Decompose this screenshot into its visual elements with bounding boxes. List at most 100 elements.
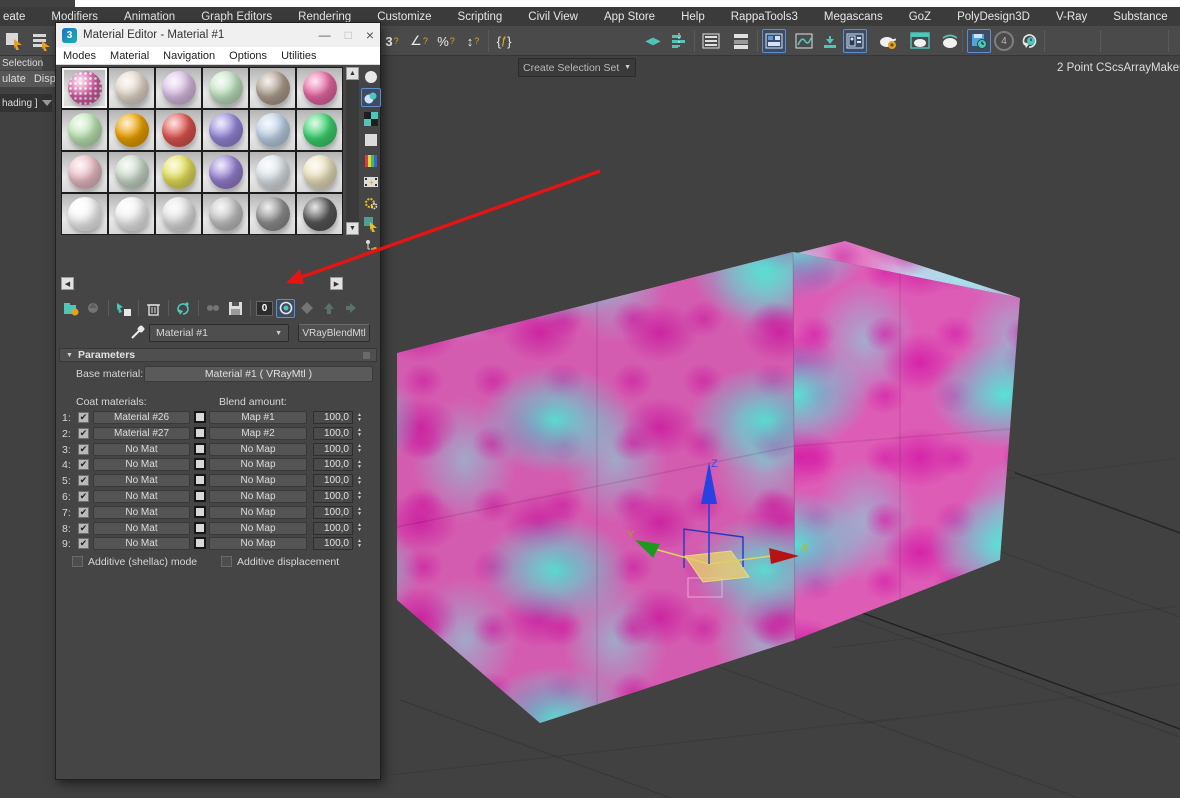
coat-enable-checkbox[interactable]: ✔ (78, 523, 89, 534)
material-editor-menu-item[interactable]: Navigation (156, 50, 222, 62)
curve-editor-icon[interactable] (792, 29, 816, 53)
blend-amount-field[interactable]: 100,0 (313, 522, 353, 535)
show-shaded-material-in-viewport-icon[interactable] (276, 299, 295, 318)
pick-material-eyedropper-icon[interactable] (129, 325, 145, 341)
material-sample[interactable] (109, 152, 154, 192)
material-sample[interactable] (156, 110, 201, 150)
coat-enable-checkbox[interactable]: ✔ (78, 428, 89, 439)
blend-amount-spinner[interactable]: ▲▼ (355, 458, 364, 471)
material-sample[interactable] (297, 152, 342, 192)
select-by-material-icon[interactable] (361, 214, 381, 233)
material-sample[interactable] (62, 68, 107, 108)
blend-map-button[interactable]: No Map (209, 522, 307, 535)
coat-color-swatch[interactable] (194, 522, 206, 534)
left-panel-tabs[interactable]: ulate Disp (0, 71, 58, 87)
show-end-result-icon[interactable] (298, 299, 317, 318)
coat-enable-checkbox[interactable]: ✔ (78, 538, 89, 549)
scroll-down-icon[interactable]: ▼ (346, 222, 359, 235)
backlight-icon[interactable] (361, 88, 381, 107)
material-sample[interactable] (250, 152, 295, 192)
left-panel-selection-tab[interactable]: Selection (0, 56, 42, 70)
tab-display[interactable]: Disp (34, 73, 56, 85)
sample-type-icon[interactable] (361, 67, 381, 86)
blend-amount-field[interactable]: 100,0 (313, 443, 353, 456)
blend-map-button[interactable]: No Map (209, 474, 307, 487)
coat-color-swatch[interactable] (194, 474, 206, 486)
blend-map-button[interactable]: No Map (209, 443, 307, 456)
material-sample[interactable] (203, 152, 248, 192)
additive-shellac-checkbox[interactable] (72, 556, 83, 567)
coat-color-swatch[interactable] (194, 537, 206, 549)
menu-item[interactable]: Rendering (285, 11, 364, 23)
select-by-name-icon[interactable] (29, 29, 53, 53)
reset-material-icon[interactable] (144, 299, 163, 318)
blend-amount-spinner[interactable]: ▲▼ (355, 522, 364, 535)
video-color-check-icon[interactable] (361, 151, 381, 170)
menu-item[interactable]: Civil View (515, 11, 591, 23)
coat-enable-checkbox[interactable]: ✔ (78, 444, 89, 455)
frame-counter-icon[interactable]: 4 (992, 29, 1016, 53)
named-selection-set-dropdown[interactable]: Create Selection Set ▼ (518, 58, 636, 77)
menu-item[interactable]: GoZ (896, 11, 944, 23)
material-sample[interactable] (297, 110, 342, 150)
material-sample[interactable] (62, 194, 107, 234)
sample-nav-left-icon[interactable]: ◀ (61, 277, 74, 290)
material-name-dropdown[interactable]: Material #1 ▼ (149, 324, 289, 342)
material-sample[interactable] (250, 68, 295, 108)
coat-material-button[interactable]: No Mat (93, 506, 190, 519)
material-sample[interactable] (62, 110, 107, 150)
material-sample[interactable] (203, 68, 248, 108)
coat-color-swatch[interactable] (194, 490, 206, 502)
blend-amount-field[interactable]: 100,0 (313, 506, 353, 519)
maximize-button[interactable]: □ (345, 28, 352, 42)
menu-item[interactable]: Graph Editors (188, 11, 285, 23)
coat-material-button[interactable]: No Mat (93, 537, 190, 550)
menu-item[interactable]: V-Ray (1043, 11, 1100, 23)
go-to-parent-icon[interactable] (320, 299, 339, 318)
blend-map-button[interactable]: No Map (209, 490, 307, 503)
blend-map-button[interactable]: No Map (209, 537, 307, 550)
base-material-button[interactable]: Material #1 ( VRayMtl ) (144, 366, 373, 382)
get-material-icon[interactable] (62, 299, 81, 318)
coat-enable-checkbox[interactable]: ✔ (78, 412, 89, 423)
material-sample[interactable] (203, 110, 248, 150)
layer-explorer-icon[interactable] (699, 29, 723, 53)
material-sample[interactable] (62, 152, 107, 192)
sample-nav-right-icon[interactable]: ▶ (330, 277, 343, 290)
menu-item[interactable]: Animation (111, 11, 188, 23)
material-editor-menu-item[interactable]: Material (103, 50, 156, 62)
put-to-scene-icon[interactable] (84, 299, 103, 318)
minimize-button[interactable]: — (319, 28, 331, 42)
blend-amount-spinner[interactable]: ▲▼ (355, 506, 364, 519)
material-type-button[interactable]: VRayBlendMtl (298, 324, 370, 342)
blend-map-button[interactable]: No Map (209, 458, 307, 471)
menu-item[interactable]: RappaTools3 (718, 11, 811, 23)
menu-item[interactable]: Scripting (445, 11, 516, 23)
close-button[interactable]: × (366, 27, 374, 43)
coat-material-button[interactable]: No Mat (93, 490, 190, 503)
assign-material-icon[interactable] (114, 299, 133, 318)
material-map-navigator-icon[interactable] (361, 235, 381, 254)
tab-simulate[interactable]: ulate (2, 73, 26, 85)
toolbar-button-csarraymaker[interactable]: csArrayMaker (1103, 56, 1180, 79)
render-setup-icon[interactable] (876, 29, 900, 53)
blend-map-button[interactable]: Map #1 (209, 411, 307, 424)
menu-item[interactable]: Megascans (811, 11, 896, 23)
material-sample[interactable] (109, 110, 154, 150)
menu-item[interactable]: App Store (591, 11, 668, 23)
material-editor-menu-item[interactable]: Modes (56, 50, 103, 62)
blend-amount-field[interactable]: 100,0 (313, 537, 353, 550)
menu-item[interactable]: Substance (1100, 11, 1180, 23)
coat-color-swatch[interactable] (194, 427, 206, 439)
blend-map-button[interactable]: No Map (209, 506, 307, 519)
coat-material-button[interactable]: No Mat (93, 443, 190, 456)
material-sample[interactable] (250, 110, 295, 150)
menu-item[interactable]: Help (668, 11, 718, 23)
blend-amount-field[interactable]: 100,0 (313, 458, 353, 471)
material-sample[interactable] (156, 152, 201, 192)
material-sample[interactable] (250, 194, 295, 234)
scene-explorer-icon[interactable] (729, 29, 753, 53)
coat-material-button[interactable]: No Mat (93, 458, 190, 471)
coat-material-button[interactable]: No Mat (93, 522, 190, 535)
dock-toggle-icon[interactable] (818, 29, 842, 53)
